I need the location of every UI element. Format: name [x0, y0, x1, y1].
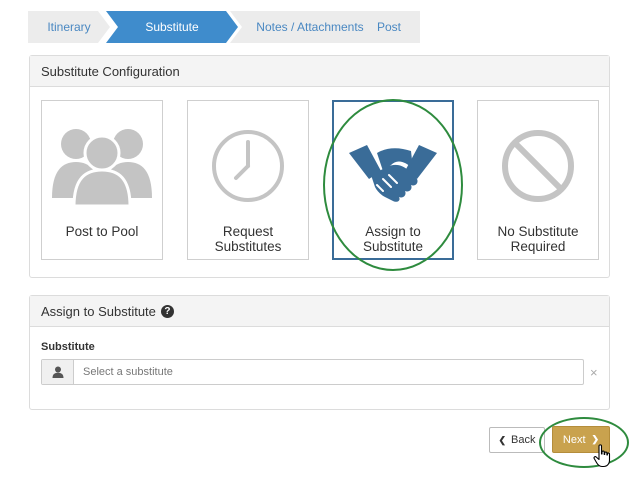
- substitute-search-input[interactable]: [74, 360, 583, 384]
- handshake-icon: [349, 145, 437, 202]
- step-substitute[interactable]: Substitute: [106, 11, 238, 43]
- panel-title: Assign to Substitute: [41, 303, 156, 319]
- back-button-label: Back: [511, 434, 536, 446]
- step-itinerary-label: Itinerary: [47, 20, 91, 34]
- option-label: Assign to: [365, 224, 421, 239]
- step-substitute-label: Substitute: [145, 20, 199, 34]
- clear-selection-icon[interactable]: ×: [590, 365, 598, 380]
- option-label-line2: Substitutes: [214, 239, 282, 254]
- option-assign-to-substitute[interactable]: Assign to Substitute: [332, 100, 454, 260]
- question-circle-icon[interactable]: ?: [160, 304, 174, 318]
- step-post-label: Post: [376, 20, 401, 34]
- option-cards: Post to Pool Request Substitutes Assign …: [30, 87, 609, 277]
- user-icon-addon: [42, 360, 74, 384]
- wizard-steps: Itinerary Substitute Notes / Attachments…: [28, 11, 420, 43]
- chevron-left-icon: ❮: [498, 434, 507, 445]
- substitute-select[interactable]: [41, 359, 584, 385]
- next-button-label: Next: [562, 433, 586, 446]
- option-label: No Substitute: [497, 224, 579, 239]
- option-label-line2: Required: [510, 239, 566, 254]
- panel-heading: Assign to Substitute ?: [30, 296, 609, 327]
- clock-icon: [212, 130, 284, 202]
- assign-to-substitute-panel: Assign to Substitute ? Substitute ×: [29, 295, 610, 410]
- substitute-field-label: Substitute: [41, 341, 95, 353]
- step-post[interactable]: Post: [358, 11, 420, 43]
- hand-cursor-icon: [593, 444, 611, 468]
- step-itinerary[interactable]: Itinerary: [28, 11, 110, 43]
- substitute-configuration-panel: Substitute Configuration Post to Pool Re…: [29, 55, 610, 278]
- option-label-line2: Substitute: [362, 239, 424, 254]
- option-request-substitutes[interactable]: Request Substitutes: [187, 100, 309, 260]
- back-button[interactable]: ❮ Back: [489, 427, 545, 453]
- prohibited-icon: [502, 130, 574, 202]
- option-no-substitute-required[interactable]: No Substitute Required: [477, 100, 599, 260]
- step-notes-label: Notes / Attachments: [256, 20, 364, 34]
- option-label: Request: [222, 224, 274, 239]
- option-post-to-pool[interactable]: Post to Pool: [41, 100, 163, 260]
- people-group-icon: [52, 129, 152, 206]
- panel-title: Substitute Configuration: [30, 56, 609, 87]
- option-label: Post to Pool: [65, 224, 139, 239]
- user-icon: [52, 366, 63, 378]
